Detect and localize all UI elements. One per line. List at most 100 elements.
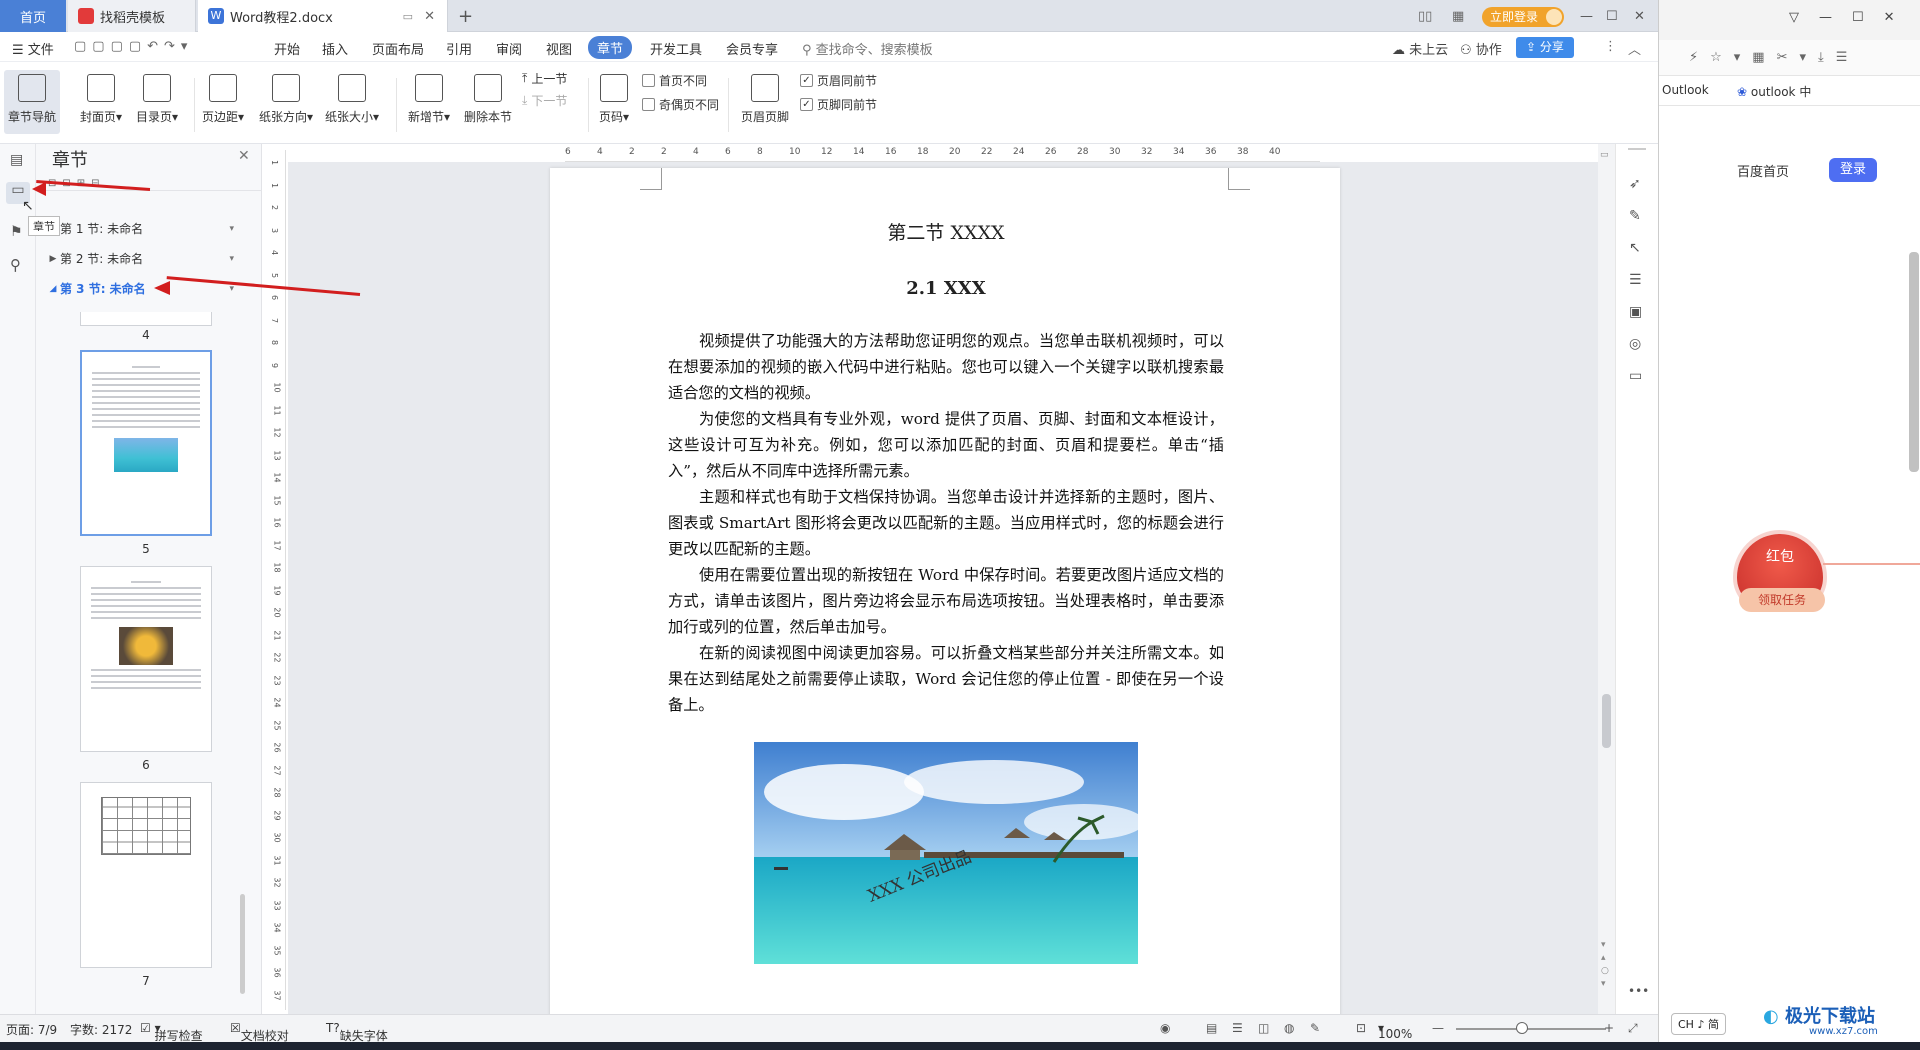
scroll-thumb[interactable] [1602, 694, 1611, 748]
grid-icon[interactable]: ▦ [1452, 0, 1464, 32]
cloud-status[interactable]: ☁ 未上云 [1392, 39, 1448, 58]
zoom-out-icon[interactable]: — [1432, 1021, 1444, 1035]
zoom-level[interactable]: 100% ▾ [1378, 1021, 1412, 1041]
ruler-tick-label: 17 [272, 539, 282, 551]
word-count[interactable]: 字数: 2172 [70, 1021, 132, 1038]
browser-scrollbar[interactable] [1909, 252, 1919, 472]
location-icon[interactable]: ◎ [1629, 336, 1641, 352]
find-icon[interactable]: ⚲ [10, 256, 21, 274]
collab-button[interactable]: ⚇ 协作 [1460, 39, 1502, 58]
odd-even-diff-checkbox[interactable]: 奇偶页不同 [642, 96, 719, 113]
close-tab-icon[interactable]: ✕ [424, 9, 435, 24]
browser-toolbar-icons[interactable]: ⚡☆▾▦✂▾⤓☰ [1689, 50, 1859, 65]
menu-chapter[interactable]: 章节 [588, 36, 633, 59]
browser-login-button[interactable]: 登录 [1829, 158, 1877, 182]
menu-developer[interactable]: 开发工具 [650, 39, 702, 58]
maximize-icon[interactable]: ☐ [1606, 0, 1618, 32]
tab-document[interactable]: W Word教程2.docx ▭ ✕ [198, 0, 448, 32]
footer-same-checkbox[interactable]: ✓ 页脚同前节 [800, 96, 877, 113]
chevron-down-icon[interactable]: ▾ [229, 254, 234, 264]
file-menu[interactable]: ☰ 文件 [12, 39, 54, 58]
pen-icon[interactable]: ✎ [1629, 208, 1641, 224]
page-thumb-4[interactable] [80, 312, 212, 326]
bookmark-icon[interactable]: ⚑ [10, 224, 23, 240]
command-search[interactable]: ⚲ 查找命令、搜索模板 [802, 39, 933, 58]
menu-vip[interactable]: 会员专享 [726, 39, 778, 58]
baidu-home-link[interactable]: 百度首页 [1737, 161, 1789, 180]
beach-image[interactable]: XXX 公司出品 [754, 742, 1138, 964]
book-icon[interactable]: ▭ [1629, 368, 1642, 384]
rocket-icon[interactable]: ➶ [1629, 176, 1641, 192]
orientation-button[interactable]: 纸张方向▾ [256, 70, 316, 125]
sliders-icon[interactable]: ☰ [1629, 272, 1642, 288]
login-button[interactable]: 立即登录 [1482, 7, 1564, 27]
share-button[interactable]: ⇪ 分享 [1516, 37, 1574, 58]
outline-icon[interactable]: ▤ [10, 152, 23, 168]
close-nav-icon[interactable]: ✕ [238, 148, 250, 164]
browser-window-controls[interactable]: ▽—☐✕ [1789, 10, 1915, 25]
cover-button[interactable]: 封面页▾ [76, 70, 126, 125]
prev-section-button[interactable]: ⤒ 上一节 [522, 70, 567, 87]
quick-access-icons[interactable]: ▢▢▢▢↶↷▾ [74, 39, 193, 54]
eye-icon[interactable]: ◉ [1160, 1021, 1170, 1035]
more-dots-icon[interactable]: ••• [1628, 984, 1649, 998]
page-view-icon[interactable]: ▤ [1206, 1021, 1217, 1035]
new-section-button[interactable]: 新增节▾ [402, 70, 456, 125]
delete-section-button[interactable]: 删除本节 [462, 70, 514, 125]
margin-button[interactable]: 页边距▾ [198, 70, 248, 125]
screen-icon[interactable]: ▭ [403, 10, 413, 23]
header-footer-button[interactable]: 页眉页脚 [738, 70, 792, 125]
section-2[interactable]: ▶ 第 2 节: 未命名 ▾ [46, 250, 246, 267]
section-1[interactable]: 第 1 节: 未命名 ▾ [46, 220, 246, 237]
menu-start[interactable]: 开始 [274, 39, 300, 58]
toc-button[interactable]: 目录页▾ [132, 70, 182, 125]
missing-font[interactable]: T? 缺失字体 [326, 1021, 388, 1043]
paper-size-button[interactable]: 纸张大小▾ [322, 70, 382, 125]
web-view-icon[interactable]: ◍ [1284, 1021, 1294, 1035]
page-thumb-6[interactable] [80, 566, 212, 752]
menu-review[interactable]: 审阅 [496, 39, 522, 58]
more-icon[interactable]: ⋮ [1604, 39, 1617, 54]
ime-indicator[interactable]: CH ♪ 简 [1671, 1013, 1726, 1035]
first-page-diff-checkbox[interactable]: 首页不同 [642, 72, 707, 89]
read-view-icon[interactable]: ◫ [1258, 1021, 1269, 1035]
zoom-slider[interactable] [1456, 1028, 1606, 1030]
outline-view-icon[interactable]: ☰ [1232, 1021, 1243, 1035]
header-same-checkbox[interactable]: ✓ 页眉同前节 [800, 72, 877, 89]
bookmark-outlook-cn[interactable]: ❀ outlook 中 [1737, 83, 1811, 100]
page-status[interactable]: 页面: 7/9 [6, 1021, 57, 1038]
vertical-scrollbar[interactable]: ▭ ▾ ▴ ○ ▾ [1598, 144, 1615, 1014]
image-icon[interactable]: ▣ [1629, 304, 1642, 320]
tab-home[interactable]: 首页 [0, 0, 66, 32]
claim-task-button[interactable]: 领取任务 [1739, 588, 1825, 612]
menu-reference[interactable]: 引用 [446, 39, 472, 58]
chapter-nav-button[interactable]: 章节导航 [4, 70, 60, 134]
page-number-button[interactable]: 页码▾ [594, 70, 634, 125]
chevron-down-icon[interactable]: ▾ [229, 224, 234, 234]
next-section-button[interactable]: ⤓ 下一节 [522, 92, 567, 109]
zoom-in-icon[interactable]: + [1604, 1021, 1614, 1035]
collapse-ribbon-icon[interactable]: ︿ [1628, 39, 1641, 58]
nav-scrollbar[interactable] [240, 894, 245, 994]
spell-check[interactable]: ☑ 拼写检查 ▾ [140, 1021, 203, 1043]
menu-layout[interactable]: 页面布局 [372, 39, 424, 58]
close-window-icon[interactable]: ✕ [1634, 0, 1645, 32]
layout-icon[interactable]: ▯▯ [1418, 0, 1432, 32]
new-tab-icon[interactable]: + [458, 0, 473, 32]
menu-insert[interactable]: 插入 [322, 39, 348, 58]
document-page[interactable]: 第二节 XXXX 2.1 XXX 视频提供了功能强大的方法帮助您证明您的观点。当… [550, 168, 1340, 1028]
page-thumb-7[interactable] [80, 782, 212, 968]
collapse-icon[interactable]: ◢ [46, 284, 60, 294]
fullscreen-icon[interactable]: ⤢ [1628, 1021, 1638, 1036]
menu-view[interactable]: 视图 [546, 39, 572, 58]
cursor-icon[interactable]: ↖ [1629, 240, 1641, 256]
expand-icon[interactable]: ▶ [46, 254, 60, 264]
fit-icon[interactable]: ⊡ [1356, 1021, 1366, 1035]
page-thumb-5[interactable] [80, 350, 212, 536]
bookmark-outlook[interactable]: Outlook [1662, 83, 1709, 97]
zoom-slider-knob[interactable] [1516, 1022, 1528, 1034]
write-view-icon[interactable]: ✎ [1310, 1021, 1320, 1035]
tab-template[interactable]: 找稻壳模板 [68, 0, 196, 32]
minimize-icon[interactable]: — [1580, 0, 1593, 32]
doc-proof[interactable]: ☒ 文档校对 [230, 1021, 289, 1043]
